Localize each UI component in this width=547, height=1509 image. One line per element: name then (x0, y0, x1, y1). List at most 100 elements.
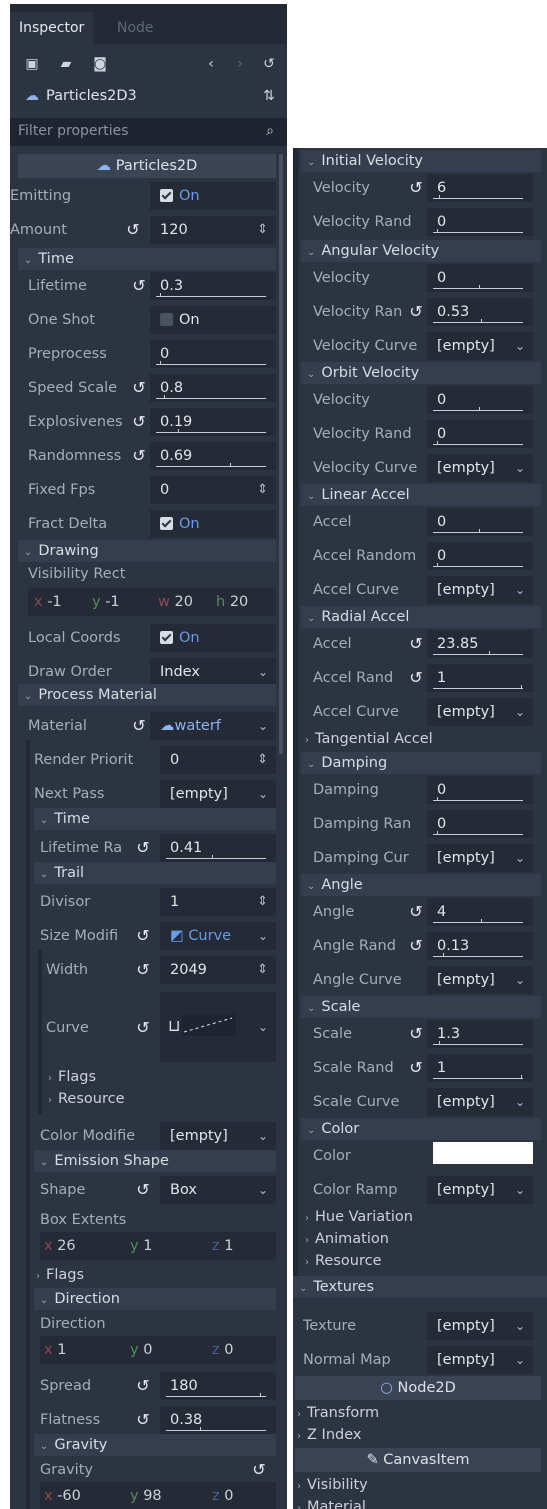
revert-icon[interactable]: ↺ (407, 937, 425, 955)
revert-icon[interactable]: ↺ (124, 221, 142, 239)
divisor-spinbox[interactable]: 1 ⇕ (160, 888, 276, 916)
subsection-hue-variation[interactable]: › Hue Variation (305, 1206, 413, 1228)
spinner-icon[interactable]: ⇕ (257, 888, 268, 916)
gravity-x-value[interactable]: -60 (57, 1488, 81, 1504)
orbit-velocity-curve-picker[interactable]: [empty] ⌄ (427, 454, 533, 482)
revert-icon[interactable]: ↺ (134, 1411, 152, 1429)
section-process-material[interactable]: ⌄ Process Material (18, 684, 276, 706)
history-back-icon[interactable]: ‹ (203, 56, 219, 72)
subsection-resource[interactable]: › Resource (48, 1088, 125, 1110)
section-drawing[interactable]: ⌄ Drawing (18, 540, 276, 562)
texture-picker[interactable]: [empty] ⌄ (427, 1312, 533, 1340)
damping-curve-picker[interactable]: [empty] ⌄ (427, 844, 533, 872)
gravity-field[interactable]: x -60 y 98 z 0 (40, 1482, 276, 1509)
filter-properties-input[interactable]: Filter properties ⌕ (10, 118, 287, 146)
gravity-y-value[interactable]: 98 (143, 1488, 161, 1504)
initial-velocity-rand-field[interactable]: 0 (427, 208, 533, 236)
color-swatch[interactable] (433, 1142, 533, 1164)
section-gravity[interactable]: ⌄ Gravity (34, 1434, 276, 1456)
subsection-tangential-accel[interactable]: › Tangential Accel (305, 728, 433, 750)
object-menu-icon[interactable]: ↺ (261, 56, 277, 72)
extents-x-value[interactable]: 26 (57, 1238, 75, 1254)
color-ramp-picker[interactable]: [empty] ⌄ (427, 1176, 533, 1204)
section-time[interactable]: ⌄ Time (18, 248, 276, 270)
fract-delta-checkbox[interactable]: On (150, 510, 276, 538)
history-forward-icon[interactable]: › (232, 56, 248, 72)
one-shot-checkbox[interactable]: On (150, 306, 276, 334)
section-header-canvasitem[interactable]: ✎ CanvasItem (295, 1448, 541, 1472)
save-icon[interactable]: ◙ (92, 56, 108, 72)
section-angle[interactable]: ⌄ Angle (301, 874, 541, 896)
tab-inspector[interactable]: Inspector (10, 12, 94, 44)
revert-icon[interactable]: ↺ (134, 1377, 152, 1395)
section-linear-accel[interactable]: ⌄ Linear Accel (301, 484, 541, 506)
local-coords-checkbox[interactable]: On (150, 624, 276, 652)
revert-icon[interactable]: ↺ (407, 1025, 425, 1043)
section-trail[interactable]: ⌄ Trail (34, 862, 276, 884)
spinner-icon[interactable]: ⇕ (257, 956, 268, 984)
orbit-velocity-field[interactable]: 0 (427, 386, 533, 414)
render-priority-spinbox[interactable]: 0 ⇕ (160, 746, 276, 774)
revert-icon[interactable]: ↺ (407, 179, 425, 197)
section-transform[interactable]: › Transform (297, 1402, 379, 1424)
gravity-z-value[interactable]: 0 (224, 1488, 233, 1504)
radial-accel-curve-picker[interactable]: [empty] ⌄ (427, 698, 533, 726)
box-extents-field[interactable]: x 26 y 1 z 1 (40, 1232, 276, 1260)
direction-field[interactable]: x 1 y 0 z 0 (40, 1336, 276, 1364)
spinner-icon[interactable]: ⇕ (257, 216, 268, 244)
direction-y-value[interactable]: 0 (143, 1342, 152, 1358)
extents-y-value[interactable]: 1 (143, 1238, 152, 1254)
angular-velocity-rand-field[interactable]: 0.53 (427, 298, 533, 326)
revert-icon[interactable]: ↺ (250, 1461, 268, 1479)
visibility-rect-field[interactable]: x -1 y -1 w 20 h 20 (28, 588, 276, 616)
revert-icon[interactable]: ↺ (130, 717, 148, 735)
initial-velocity-field[interactable]: 6 (427, 174, 533, 202)
angular-velocity-field[interactable]: 0 (427, 264, 533, 292)
emitting-checkbox[interactable]: On (150, 182, 276, 210)
new-resource-icon[interactable]: ▣ (24, 56, 40, 72)
size-modifier-picker[interactable]: ◩ Curve ⌄ (160, 922, 276, 950)
radial-accel-rand-field[interactable]: 1 (427, 664, 533, 692)
direction-x-value[interactable]: 1 (57, 1342, 66, 1358)
lifetime-field[interactable]: 0.3 (150, 272, 276, 300)
normal-map-picker[interactable]: [empty] ⌄ (427, 1346, 533, 1374)
damping-random-field[interactable]: 0 (427, 810, 533, 838)
spread-field[interactable]: 180 (160, 1372, 276, 1400)
inspector-scrollbar[interactable] (279, 154, 283, 754)
damping-field[interactable]: 0 (427, 776, 533, 804)
revert-icon[interactable]: ↺ (130, 447, 148, 465)
extents-z-value[interactable]: 1 (224, 1238, 233, 1254)
radial-accel-field[interactable]: 23.85 (427, 630, 533, 658)
orbit-velocity-rand-field[interactable]: 0 (427, 420, 533, 448)
revert-icon[interactable]: ↺ (407, 903, 425, 921)
revert-icon[interactable]: ↺ (130, 277, 148, 295)
subsection-animation[interactable]: › Animation (305, 1228, 389, 1250)
revert-icon[interactable]: ↺ (407, 669, 425, 687)
section-initial-velocity[interactable]: ⌄ Initial Velocity (301, 150, 541, 172)
revert-icon[interactable]: ↺ (407, 635, 425, 653)
rect-x-value[interactable]: -1 (47, 594, 61, 610)
linear-accel-field[interactable]: 0 (427, 508, 533, 536)
revert-icon[interactable]: ↺ (134, 927, 152, 945)
scale-field[interactable]: 1.3 (427, 1020, 533, 1048)
property-tools-icon[interactable]: ⇅ (261, 88, 277, 104)
rect-h-value[interactable]: 20 (230, 594, 248, 610)
scale-curve-picker[interactable]: [empty] ⌄ (427, 1088, 533, 1116)
speed-scale-field[interactable]: 0.8 (150, 374, 276, 402)
revert-icon[interactable]: ↺ (407, 303, 425, 321)
subsection-resource[interactable]: › Resource (305, 1250, 382, 1272)
draw-order-select[interactable]: Index ⌄ (150, 658, 276, 686)
revert-icon[interactable]: ↺ (134, 1019, 152, 1037)
angular-velocity-curve-picker[interactable]: [empty] ⌄ (427, 332, 533, 360)
section-z-index[interactable]: › Z Index (297, 1424, 361, 1446)
section-material[interactable]: › Material (297, 1496, 366, 1509)
tab-node[interactable]: Node (108, 12, 163, 44)
material-resource-picker[interactable]: ☁waterf ⌄ (150, 712, 276, 740)
randomness-field[interactable]: 0.69 (150, 442, 276, 470)
section-color[interactable]: ⌄ Color (301, 1118, 541, 1140)
width-spinbox[interactable]: 2049 ⇕ (160, 956, 276, 984)
explosiveness-field[interactable]: 0.19 (150, 408, 276, 436)
section-scale[interactable]: ⌄ Scale (301, 996, 541, 1018)
section-pm-time[interactable]: ⌄ Time (34, 808, 276, 830)
revert-icon[interactable]: ↺ (130, 413, 148, 431)
